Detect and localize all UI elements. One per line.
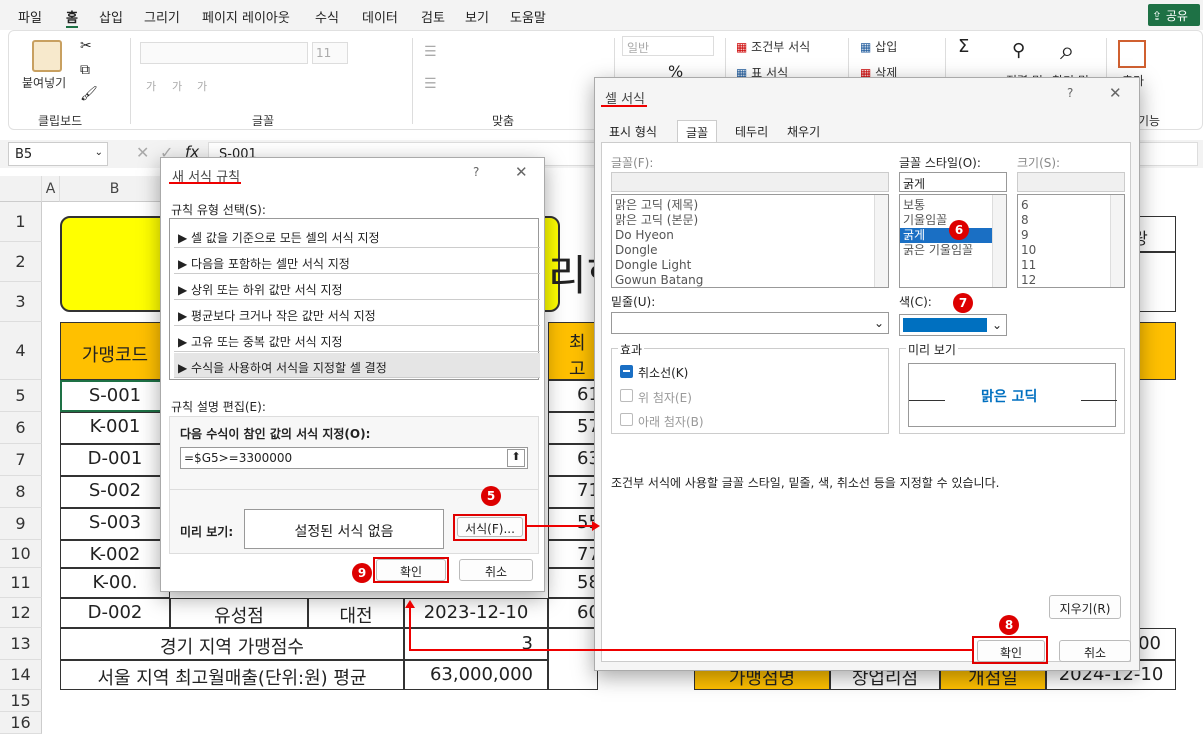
step-badge-6: 6 bbox=[949, 220, 969, 240]
step-badge-7: 7 bbox=[953, 293, 973, 313]
step-badge-8: 8 bbox=[999, 615, 1019, 635]
step-badge-9: 9 bbox=[352, 563, 372, 583]
connector-arrows bbox=[405, 521, 973, 651]
step-badge-5: 5 bbox=[481, 486, 501, 506]
